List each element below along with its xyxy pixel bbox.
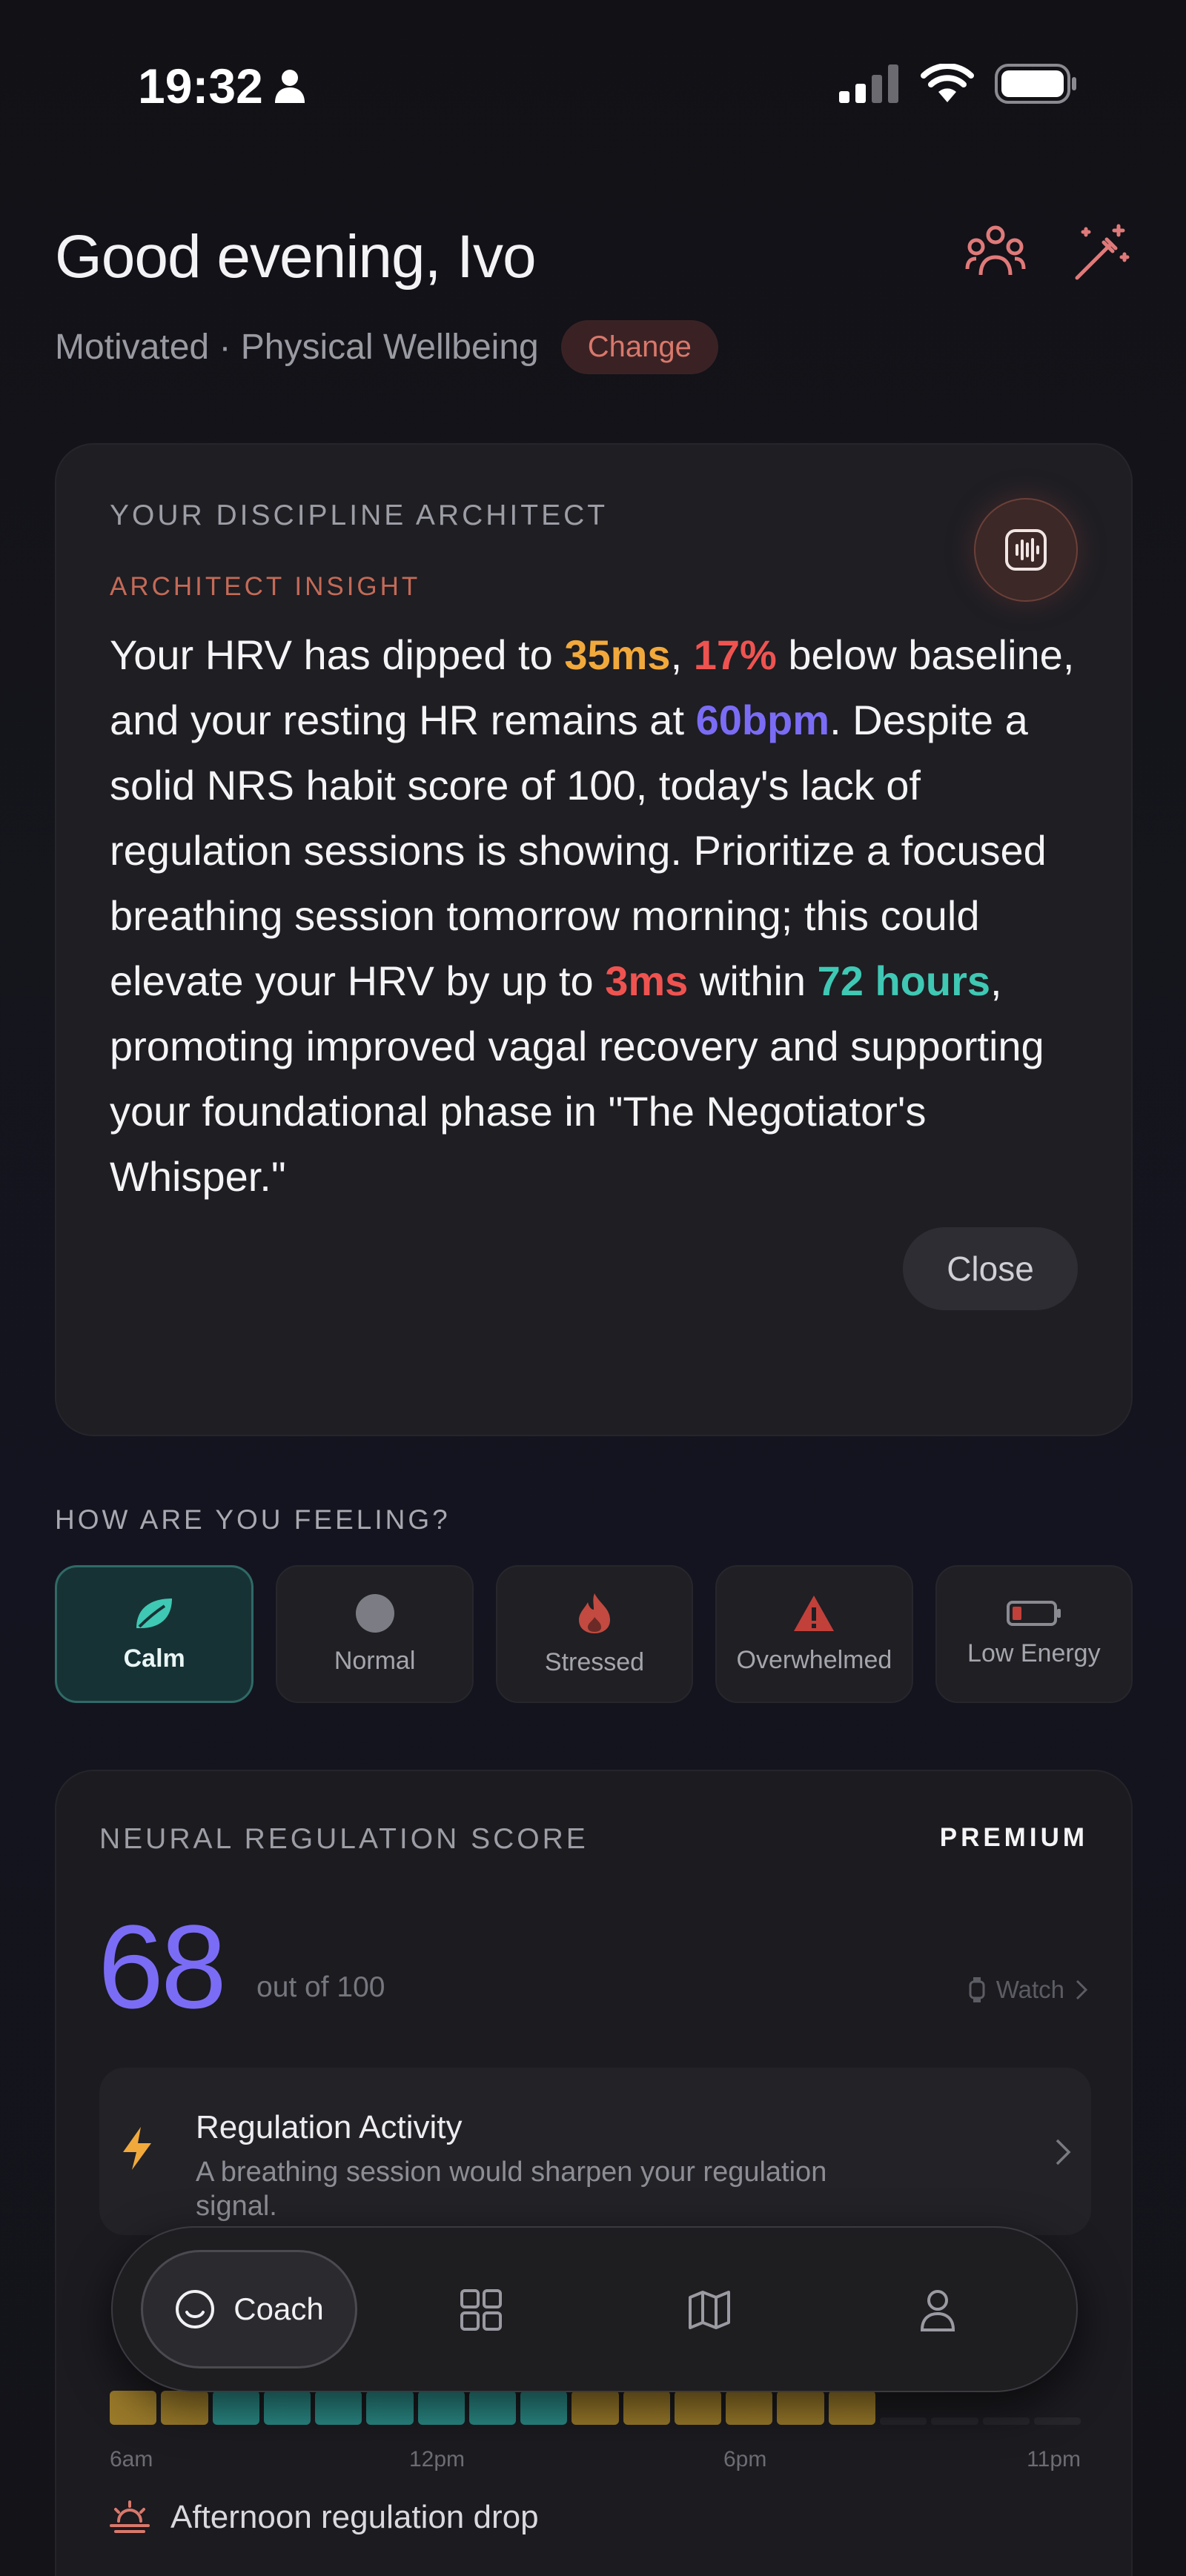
- watch-label: Watch: [995, 1976, 1064, 2003]
- drop-label: Afternoon regulation drop: [170, 2499, 539, 2535]
- chevron-right-icon: [1056, 2139, 1071, 2165]
- change-button[interactable]: Change: [560, 320, 718, 374]
- feeling-overwhelmed-button[interactable]: Overwhelmed: [715, 1565, 913, 1703]
- timeline-label-6pm: 6pm: [723, 2447, 767, 2472]
- greeting-title: Good evening, Ivo: [55, 223, 537, 291]
- feeling-calm-button[interactable]: Calm: [55, 1565, 254, 1703]
- time-window: 72 hours: [817, 957, 991, 1004]
- signal-icon: [839, 64, 898, 103]
- timeline-segment: [674, 2391, 722, 2425]
- timeline-segment: [212, 2391, 259, 2425]
- timeline-segment: [263, 2391, 311, 2425]
- insight-text: Your HRV has dipped to 35ms, 17% below b…: [110, 623, 1096, 1209]
- activity-description: A breathing session would sharpen your r…: [196, 2157, 827, 2222]
- feeling-normal-button[interactable]: Normal: [276, 1565, 474, 1703]
- smile-icon: [176, 2290, 215, 2328]
- feeling-label: Stressed: [544, 1647, 645, 1676]
- feeling-label: Calm: [123, 1644, 185, 1673]
- bottom-nav: Coach: [111, 2226, 1078, 2392]
- wifi-icon: [921, 64, 974, 102]
- timeline-segment: [315, 2391, 362, 2425]
- feeling-title: HOW ARE YOU FEELING?: [55, 1504, 451, 1535]
- warning-icon: [794, 1595, 835, 1631]
- score-out-of: out of 100: [256, 1971, 385, 2003]
- voice-play-button[interactable]: [974, 498, 1078, 602]
- chevron-right-icon: [1076, 1979, 1088, 2000]
- profile-icon[interactable]: [897, 2269, 978, 2351]
- battery-low-icon: [1006, 1600, 1061, 1626]
- audio-waveform-icon: [1005, 529, 1047, 571]
- person-icon: [274, 70, 305, 103]
- hrv-gain: 3ms: [605, 957, 689, 1004]
- watch-icon: [969, 1977, 985, 2002]
- timeline-segment: [777, 2391, 824, 2425]
- activity-title: Regulation Activity: [196, 2109, 463, 2145]
- timeline-segment: [1033, 2417, 1081, 2425]
- timeline-segment: [417, 2391, 465, 2425]
- nrs-score: 68: [98, 1900, 227, 2033]
- flame-icon: [579, 1593, 611, 1633]
- hrv-value: 35ms: [564, 631, 671, 678]
- hrv-percent: 17%: [693, 631, 777, 678]
- timeline-segment: [879, 2417, 927, 2425]
- circle-icon: [355, 1593, 394, 1633]
- timeline-segment: [366, 2391, 414, 2425]
- timeline-segment: [828, 2391, 875, 2425]
- close-button[interactable]: Close: [903, 1227, 1078, 1310]
- dashboard-icon[interactable]: [440, 2269, 522, 2351]
- insight-card: YOUR DISCIPLINE ARCHITECT ARCHITECT INSI…: [55, 443, 1133, 1436]
- timeline-segment: [931, 2417, 978, 2425]
- nrs-label: NEURAL REGULATION SCORE: [99, 1823, 589, 1855]
- timeline-segment: [623, 2391, 670, 2425]
- timeline-label-6am: 6am: [110, 2447, 153, 2472]
- regulation-activity-row[interactable]: Regulation Activity A breathing session …: [99, 2068, 1091, 2235]
- lightning-icon: [123, 2127, 151, 2170]
- timeline-segment: [982, 2417, 1030, 2425]
- insight-text-part: Your HRV has dipped to: [110, 631, 565, 678]
- timeline-segment: [468, 2391, 517, 2425]
- regulation-timeline: [110, 2391, 1081, 2425]
- battery-icon: [995, 64, 1076, 104]
- premium-badge: PREMIUM: [939, 1823, 1088, 1852]
- magic-wand-icon[interactable]: [1067, 219, 1134, 286]
- timeline-label-12pm: 12pm: [409, 2447, 466, 2472]
- feeling-label: Low Energy: [967, 1639, 1101, 1667]
- feeling-label: Normal: [334, 1646, 416, 1675]
- watch-link[interactable]: Watch: [968, 1976, 1088, 2004]
- afternoon-drop-row: Afternoon regulation drop: [110, 2499, 539, 2536]
- timeline-segment: [161, 2391, 208, 2425]
- neural-regulation-card: NEURAL REGULATION SCORE PREMIUM 68 out o…: [55, 1770, 1133, 2576]
- feeling-stressed-button[interactable]: Stressed: [495, 1565, 694, 1703]
- feeling-options: Calm Normal Stressed Overwhelmed Low Ene…: [55, 1565, 1133, 1703]
- mood-subtitle: Motivated · Physical Wellbeing Change: [55, 320, 718, 374]
- timeline-segment: [520, 2391, 568, 2425]
- status-time: 19:32: [138, 58, 306, 114]
- sunset-icon: [110, 2500, 150, 2533]
- timeline-segment: [110, 2391, 157, 2425]
- insight-sub-label: ARCHITECT INSIGHT: [110, 572, 421, 601]
- insight-text-part: ,: [670, 631, 694, 678]
- feeling-label: Overwhelmed: [736, 1645, 892, 1674]
- leaf-icon: [136, 1598, 173, 1628]
- nav-coach-label: Coach: [233, 2291, 324, 2326]
- card-label: YOUR DISCIPLINE ARCHITECT: [110, 499, 609, 531]
- timeline-segment: [572, 2391, 619, 2425]
- hr-value: 60bpm: [695, 697, 830, 743]
- nav-coach-tab[interactable]: Coach: [141, 2250, 357, 2368]
- timeline-segment: [726, 2391, 773, 2425]
- status-icons: [839, 64, 1078, 104]
- insight-text-part: within: [688, 957, 818, 1004]
- feeling-low-energy-button[interactable]: Low Energy: [935, 1565, 1133, 1703]
- timeline-label-11pm: 11pm: [1027, 2447, 1081, 2472]
- community-icon[interactable]: [962, 219, 1029, 286]
- clock-text: 19:32: [138, 59, 263, 113]
- map-icon[interactable]: [669, 2269, 750, 2351]
- mood-text: Motivated · Physical Wellbeing: [55, 328, 539, 367]
